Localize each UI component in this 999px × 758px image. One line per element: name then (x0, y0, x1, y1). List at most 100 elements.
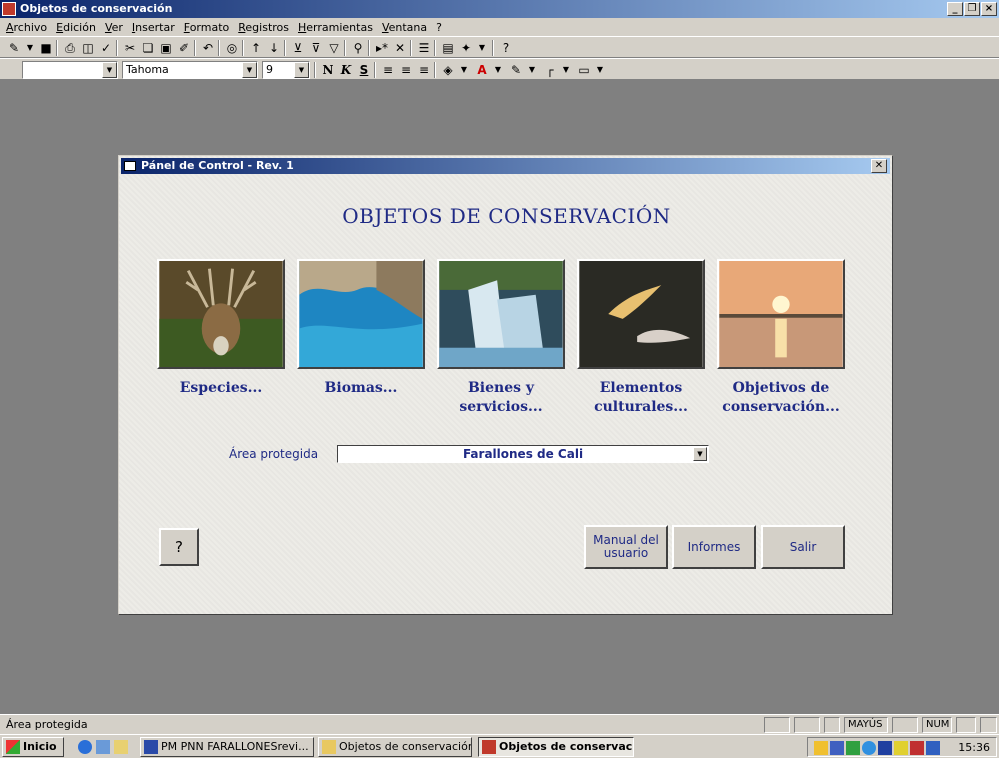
object-combo[interactable]: ▼ (22, 61, 118, 79)
menu-registros[interactable]: Registros (238, 21, 289, 34)
border-width-icon[interactable]: ┌ (542, 62, 558, 78)
font-combo[interactable]: Tahoma ▼ (122, 61, 258, 79)
font-color-dropdown-icon[interactable]: ▼ (490, 62, 506, 78)
outlook-icon[interactable] (96, 740, 110, 754)
new-object-icon[interactable]: ✦ (458, 40, 474, 56)
sort-descending-icon[interactable]: ↓ (266, 40, 282, 56)
system-tray: 15:36 (807, 737, 997, 757)
security-icon[interactable] (894, 741, 908, 755)
database-window-icon[interactable]: ▤ (440, 40, 456, 56)
biomes-image-button[interactable] (297, 259, 425, 369)
chevron-down-icon[interactable]: ▼ (693, 447, 707, 461)
start-button[interactable]: Inicio (2, 737, 64, 757)
dialog-close-button[interactable]: ✕ (871, 159, 887, 173)
desktop-icon[interactable] (114, 740, 128, 754)
help-icon[interactable]: ? (498, 40, 514, 56)
align-left-icon[interactable]: ≡ (380, 62, 396, 78)
cultural-elements-link[interactable]: Elementos culturales... (576, 379, 706, 417)
apply-filter-icon[interactable]: ▽ (326, 40, 342, 56)
biomes-link[interactable]: Biomas... (296, 379, 426, 398)
view-icon[interactable]: ✎ (6, 40, 22, 56)
properties-icon[interactable]: ☰ (416, 40, 432, 56)
status-panel (892, 717, 918, 733)
user-manual-button[interactable]: Manual del usuario (584, 525, 668, 569)
font-color-icon[interactable]: A (474, 62, 490, 78)
num-indicator: NUM (922, 717, 952, 733)
print-preview-icon[interactable]: ◫ (80, 40, 96, 56)
taskbar: Inicio PM PNN FARALLONESrevi... Objetos … (0, 734, 999, 758)
filter-selection-icon[interactable]: ⊻ (290, 40, 306, 56)
goods-services-image-button[interactable] (437, 259, 565, 369)
menu-edicion[interactable]: Edición (56, 21, 96, 34)
reports-button[interactable]: Informes (672, 525, 756, 569)
antivirus-icon[interactable] (910, 741, 924, 755)
cut-icon[interactable]: ✂ (122, 40, 138, 56)
task-explorer[interactable]: Objetos de conservación (318, 737, 472, 757)
monitor-icon[interactable] (926, 741, 940, 755)
species-image-button[interactable] (157, 259, 285, 369)
menu-formato[interactable]: Formato (184, 21, 230, 34)
save-icon[interactable]: ■ (38, 40, 54, 56)
filter-form-icon[interactable]: ⊽ (308, 40, 324, 56)
spelling-icon[interactable]: ✓ (98, 40, 114, 56)
cultural-elements-image-button[interactable] (577, 259, 705, 369)
menu-archivo[interactable]: Archivo (6, 21, 47, 34)
find-icon[interactable]: ⚲ (350, 40, 366, 56)
globe-icon[interactable] (862, 741, 876, 755)
undo-icon[interactable]: ↶ (200, 40, 216, 56)
caps-indicator: MAYÚS (844, 717, 888, 733)
clock: 15:36 (958, 741, 990, 754)
windows-logo-icon (6, 740, 20, 754)
web-icon[interactable]: ◎ (224, 40, 240, 56)
menu-insertar[interactable]: Insertar (132, 21, 175, 34)
network-icon[interactable] (830, 741, 844, 755)
standard-toolbar: ✎ ▼ ■ ⎙ ◫ ✓ ✂ ❏ ▣ ✐ ↶ ◎ ↑ ↓ ⊻ ⊽ ▽ ⚲ ▸* ✕… (0, 36, 999, 58)
fill-color-icon[interactable]: ◈ (440, 62, 456, 78)
print-icon[interactable]: ⎙ (62, 40, 78, 56)
format-toolbar: ▼ Tahoma ▼ 9 ▼ N K S ≡ ≡ ≡ ◈ ▼ A ▼ ✎ ▼ ┌ ▼… (0, 58, 999, 80)
exit-button[interactable]: Salir (761, 525, 845, 569)
new-record-icon[interactable]: ▸* (374, 40, 390, 56)
paste-icon[interactable]: ▣ (158, 40, 174, 56)
copy-icon[interactable]: ❏ (140, 40, 156, 56)
chevron-down-icon: ▼ (102, 62, 117, 78)
align-right-icon[interactable]: ≡ (416, 62, 432, 78)
special-effect-dropdown-icon[interactable]: ▼ (592, 62, 608, 78)
internet-explorer-icon[interactable] (78, 740, 92, 754)
delete-record-icon[interactable]: ✕ (392, 40, 408, 56)
menu-herramientas[interactable]: Herramientas (298, 21, 373, 34)
format-painter-icon[interactable]: ✐ (176, 40, 192, 56)
view-dropdown-icon[interactable]: ▼ (22, 40, 38, 56)
language-icon[interactable] (878, 741, 892, 755)
restore-button[interactable]: ❐ (964, 2, 980, 16)
font-size-combo[interactable]: 9 ▼ (262, 61, 310, 79)
menu-help[interactable]: ? (436, 21, 442, 34)
menu-ver[interactable]: Ver (105, 21, 123, 34)
bold-button[interactable]: N (320, 62, 336, 78)
border-width-dropdown-icon[interactable]: ▼ (558, 62, 574, 78)
line-color-dropdown-icon[interactable]: ▼ (524, 62, 540, 78)
goods-services-link[interactable]: Bienes y servicios... (436, 379, 566, 417)
page-title: OBJETOS DE CONSERVACIÓN (342, 204, 671, 228)
conservation-objectives-image-button[interactable] (717, 259, 845, 369)
access-app-icon[interactable] (2, 2, 16, 16)
species-link[interactable]: Especies... (156, 379, 286, 398)
phone-icon[interactable] (846, 741, 860, 755)
italic-button[interactable]: K (338, 62, 354, 78)
line-color-icon[interactable]: ✎ (508, 62, 524, 78)
conservation-objectives-link[interactable]: Objetivos de conservación... (716, 379, 846, 417)
help-button[interactable]: ? (159, 528, 199, 566)
sort-ascending-icon[interactable]: ↑ (248, 40, 264, 56)
speaker-icon[interactable] (814, 741, 828, 755)
menu-ventana[interactable]: Ventana (382, 21, 427, 34)
task-access-active[interactable]: Objetos de conservaci... (478, 737, 634, 757)
close-window-button[interactable]: × (981, 2, 997, 16)
underline-button[interactable]: S (356, 62, 372, 78)
fill-color-dropdown-icon[interactable]: ▼ (456, 62, 472, 78)
new-object-dropdown-icon[interactable]: ▼ (474, 40, 490, 56)
align-center-icon[interactable]: ≡ (398, 62, 414, 78)
special-effect-icon[interactable]: ▭ (576, 62, 592, 78)
protected-area-select[interactable]: Farallones de Cali ▼ (337, 445, 709, 463)
minimize-button[interactable]: _ (947, 2, 963, 16)
task-word-document[interactable]: PM PNN FARALLONESrevi... (140, 737, 314, 757)
